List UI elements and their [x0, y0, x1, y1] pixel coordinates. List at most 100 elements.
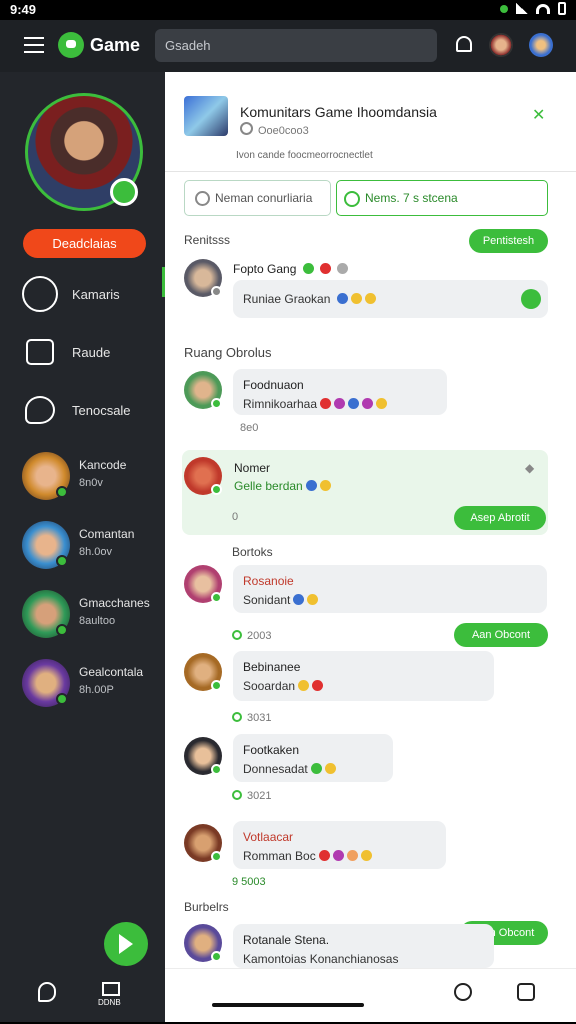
profile-action-button[interactable]: Deadclaias [23, 229, 146, 258]
message-meta: 3021 [232, 790, 271, 802]
message-meta: 3031 [232, 712, 271, 724]
message-bubble[interactable]: Foodnuaon Rimnikoarhaa [233, 369, 447, 415]
pinned-bubble[interactable]: Runiae Graokan [233, 280, 548, 318]
emoji-icon [310, 763, 322, 774]
message-avatar[interactable] [184, 457, 222, 495]
sidebar-item-raude[interactable]: Raude [22, 332, 162, 372]
friend-item[interactable]: Gmacchanes 8aultoo [22, 590, 162, 638]
profile-avatar[interactable] [529, 33, 553, 57]
friend-name: Gealcontala [79, 665, 144, 679]
emoji-icon [334, 398, 346, 409]
friend-name: Kancode [79, 458, 127, 472]
bottom-nav [165, 968, 576, 1022]
pin-button[interactable]: Pentistesh [469, 229, 548, 253]
sidebar-item-kamaris[interactable]: Kamaris [22, 274, 162, 314]
message-text: Sonidant [243, 593, 319, 607]
message-avatar[interactable] [184, 924, 222, 962]
emoji-icon [360, 850, 372, 861]
message-author: Rotanale Stena. [243, 933, 330, 947]
message-avatar[interactable] [184, 259, 222, 297]
group-description: Ivon cande foocmeorrocnectlet [236, 150, 373, 161]
sidebar: Deadclaias Kamaris Raude Tenocsale Kanco… [0, 72, 165, 1022]
message-meta-value: 2003 [247, 630, 272, 642]
message-meta-value: 3021 [247, 790, 272, 802]
emoji-icon [307, 594, 319, 605]
pinned-text: Runiae Graokan [243, 292, 376, 306]
online-status-icon [211, 484, 222, 495]
message-bubble[interactable]: Rotanale Stena. Kamontoias Konanchianosa… [233, 924, 494, 968]
online-status-icon [211, 680, 222, 691]
friend-status: 8n0v [79, 477, 103, 489]
friend-item[interactable]: Gealcontala 8h.00P [22, 659, 162, 707]
emoji-icon [324, 763, 336, 774]
sidebar-item-label: Raude [72, 344, 111, 360]
online-status-icon [56, 624, 68, 636]
chat-bubble-icon [25, 396, 55, 424]
check-icon[interactable] [521, 289, 541, 309]
game-logo-icon [58, 32, 84, 58]
pinned-name: Fopto Gang [233, 262, 349, 276]
notification-bell-icon[interactable] [456, 36, 472, 52]
message-avatar[interactable] [184, 653, 222, 691]
emoji-icon [376, 398, 388, 409]
emoji-icon [312, 680, 324, 691]
friend-item[interactable]: Comantan 8h.0ov [22, 521, 162, 569]
section-pinned: Renitsss [184, 233, 231, 247]
message-text-value: Rimnikoarhaa [243, 397, 318, 411]
emoji-icon [320, 263, 332, 274]
message-text-value: Romman Boc [243, 849, 316, 863]
friend-item[interactable]: Kancode 8n0v [22, 452, 162, 500]
play-fab-button[interactable] [104, 922, 148, 966]
message-text-value: Sooardan [243, 679, 296, 693]
emoji-icon [336, 293, 348, 304]
collapse-icon[interactable]: ✕ [532, 105, 545, 125]
emoji-icon [298, 680, 310, 691]
info-icon[interactable] [454, 983, 472, 1001]
more-icon[interactable]: ◆ [525, 461, 534, 475]
chat-icon[interactable] [38, 982, 56, 1002]
search-input[interactable]: Gsadeh [155, 29, 437, 62]
message-text: Kamontoias Konanchianosas [243, 952, 398, 966]
exit-icon[interactable] [517, 983, 535, 1001]
filter-field[interactable]: Nems. 7 s stcena [336, 180, 548, 216]
message-avatar[interactable] [184, 737, 222, 775]
emoji-icon [293, 594, 305, 605]
edit-badge-icon[interactable] [110, 178, 138, 206]
group-panel: Komunitars Game Ihoomdansia Ooe0coo3 ✕ I… [165, 72, 576, 1022]
home-indicator[interactable] [212, 1003, 364, 1007]
group-title: Komunitars Game Ihoomdansia [240, 104, 437, 120]
message-bubble[interactable]: Rosanoie Sonidant [233, 565, 547, 613]
message-avatar[interactable] [184, 565, 222, 603]
message-bubble[interactable]: Footkaken Donnesadat [233, 734, 393, 782]
system-icons [500, 2, 566, 15]
board-icon[interactable] [102, 982, 120, 996]
online-status-icon [211, 951, 222, 962]
message-text-value: Kamontoias Konanchianosas [243, 952, 399, 966]
wifi-icon [536, 3, 550, 14]
message-author: Nomer [234, 461, 271, 475]
online-status-icon [56, 693, 68, 705]
board-label: DDNB [98, 998, 121, 1007]
online-status-icon [211, 851, 222, 862]
sidebar-item-tenocsale[interactable]: Tenocsale [22, 390, 162, 430]
message-bubble[interactable]: Bebinanee Sooardan [233, 651, 494, 701]
message-avatar[interactable] [184, 824, 222, 862]
app-bar: Game Gsadeh [0, 20, 576, 72]
battery-icon [558, 2, 566, 15]
message-meta: 9 5003 [232, 876, 266, 888]
join-button[interactable]: Aan Obcont [454, 623, 548, 647]
message-author: Footkaken [243, 743, 300, 757]
message-bubble[interactable]: Votlaacar Romman Boc [233, 821, 446, 869]
message-avatar[interactable] [184, 371, 222, 409]
message-author: Rosanoie [243, 574, 294, 588]
message-text-value: Donnesadat [243, 762, 308, 776]
emoji-icon [346, 850, 358, 861]
clock-icon [232, 712, 242, 722]
member-search-input[interactable]: Neman conurliaria [184, 180, 331, 216]
message-meta: 8e0 [240, 422, 259, 434]
menu-icon[interactable] [24, 37, 44, 53]
user-avatar[interactable] [489, 33, 513, 57]
message-author: Foodnuaon [243, 378, 304, 392]
accept-button[interactable]: Asep Abrotit [454, 506, 546, 530]
message-text-value: Sonidant [243, 593, 291, 607]
